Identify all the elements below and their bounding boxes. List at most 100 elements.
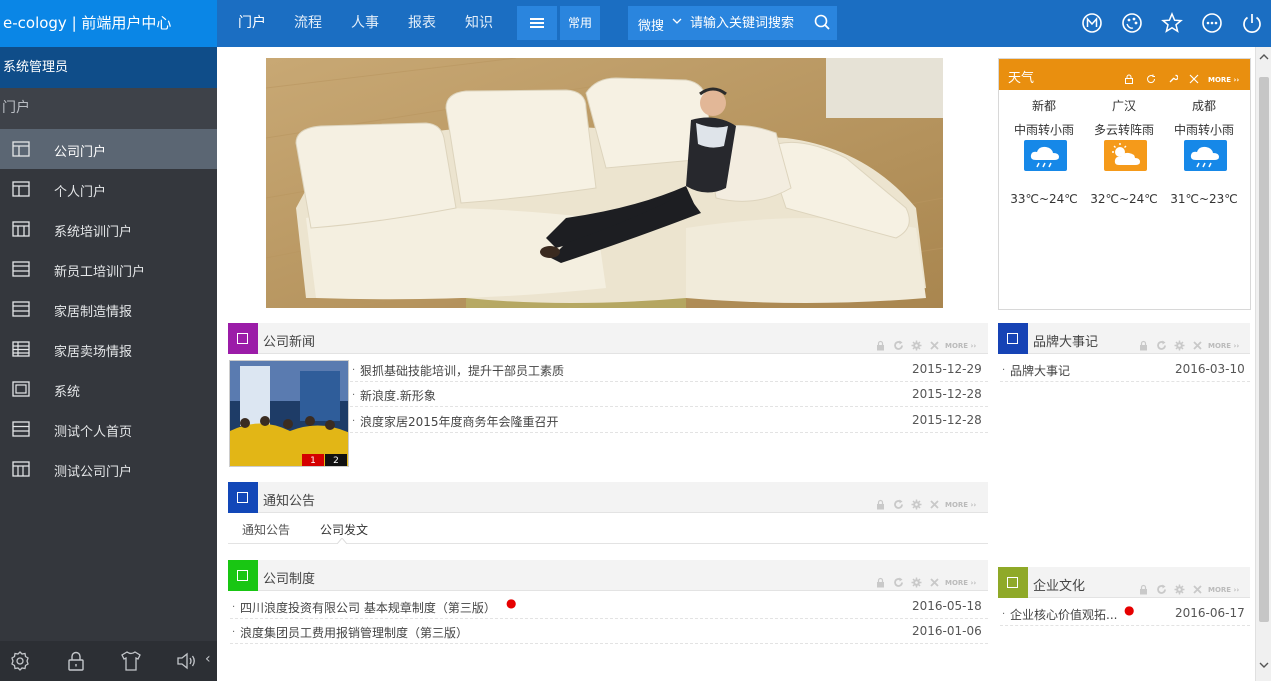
refresh-icon[interactable] [893,577,904,588]
power-icon[interactable] [1241,12,1263,34]
nav-hr[interactable]: 人事 [351,12,379,32]
scroll-thumb[interactable] [1259,77,1269,622]
shirt-icon[interactable] [119,649,143,673]
close-icon[interactable] [1192,584,1203,595]
more-link[interactable]: MORE ›› [1208,76,1239,84]
refresh-icon[interactable] [1156,584,1167,595]
chevron-down-icon[interactable] [672,14,682,31]
policy-title[interactable]: 浪度集团员工费用报销管理制度（第三版） [240,624,468,641]
culture-row[interactable]: · 企业核心价值观拓... ● 2016-06-17 [1000,601,1250,626]
gear-icon[interactable] [911,577,922,588]
sidebar-collapse-button[interactable]: ‹ [205,651,211,667]
close-icon[interactable] [1189,74,1199,84]
gear-icon[interactable] [911,340,922,351]
news-date: 2015-12-28 [912,413,982,427]
page-scrollbar[interactable] [1255,47,1271,681]
policy-row[interactable]: · 四川浪度投资有限公司 基本规章制度（第三版） ● 2016-05-18 [230,594,988,619]
user-name[interactable]: 系统管理员 [0,47,217,88]
settings-icon[interactable] [8,649,32,673]
bullet: · [232,602,236,613]
refresh-icon[interactable] [1146,74,1156,84]
close-icon[interactable] [1192,340,1203,351]
m-icon[interactable] [1081,12,1103,34]
news-title[interactable]: 新浪度.新形象 [360,387,436,404]
weather-widget: 天气 MORE ›› 新都 中雨转小雨 33℃~24℃ 广汉 多云转阵雨 32℃… [998,58,1251,310]
search-button[interactable] [808,6,837,40]
lock-icon[interactable] [64,649,88,673]
sidebar-item-company-portal[interactable]: 公司门户 [0,129,217,169]
slide-page-1[interactable]: 1 [302,454,324,466]
search-input[interactable] [690,6,808,40]
policy-title[interactable]: 四川浪度投资有限公司 基本规章制度（第三版） [240,599,496,616]
close-icon[interactable] [929,499,940,510]
sidebar-item-test-company-portal[interactable]: 测试公司门户 [0,449,217,489]
news-row[interactable]: · 狠抓基础技能培训，提升干部员工素质 2015-12-29 [350,357,988,382]
lock-icon[interactable] [875,499,886,510]
lock-icon[interactable] [875,340,886,351]
slide-page-2[interactable]: 2 [325,454,347,466]
sofa-photo [266,58,943,308]
lock-icon[interactable] [1124,74,1134,84]
more-link[interactable]: MORE ›› [1208,586,1239,594]
search-scope[interactable]: 微搜 [638,15,664,34]
common-button[interactable]: 常用 [560,6,600,40]
tab-bar: 通知公告 公司发文 [228,513,988,544]
lock-icon[interactable] [875,577,886,588]
more-icon[interactable] [1201,12,1223,34]
sidebar-item-newhire-portal[interactable]: 新员工培训门户 [0,249,217,289]
news-title[interactable]: 浪度家居2015年度商务年会隆重召开 [360,413,559,430]
more-link[interactable]: MORE ›› [945,579,976,587]
sidebar-item-label: 公司门户 [54,145,107,160]
lock-icon[interactable] [1138,584,1149,595]
scroll-down-icon[interactable] [1259,661,1269,672]
more-link[interactable]: MORE ›› [945,501,976,509]
policy-row[interactable]: · 浪度集团员工费用报销管理制度（第三版） 2016-01-06 [230,619,988,644]
sidebar-item-personal-portal[interactable]: 个人门户 [0,169,217,209]
palette-icon[interactable] [1121,12,1143,34]
wrench-icon[interactable] [1168,74,1178,84]
nav-portal[interactable]: 门户 [238,12,266,32]
nav-workflow[interactable]: 流程 [294,12,322,32]
gear-icon[interactable] [1174,584,1185,595]
more-link[interactable]: MORE ›› [1208,342,1239,350]
news-slideshow[interactable]: 1 2 [229,360,349,467]
portlet-header: 公司制度 MORE ›› [228,560,988,591]
portlet-title: 通知公告 [263,494,316,509]
brand-title[interactable]: 品牌大事记 [1010,362,1070,379]
app-title[interactable]: e-cology | 前端用户中心 [0,0,217,47]
volume-icon[interactable] [175,649,199,673]
sidebar-item-training-portal[interactable]: 系统培训门户 [0,209,217,249]
sidebar-item-store-intel[interactable]: 家居卖场情报 [0,329,217,369]
lock-icon[interactable] [1138,340,1149,351]
brand-row[interactable]: · 品牌大事记 2016-03-10 [1000,357,1250,382]
sidebar-section-title[interactable]: 门户 [0,88,217,129]
sidebar-item-test-personal-home[interactable]: 测试个人首页 [0,409,217,449]
tab-notice[interactable]: 通知公告 [242,521,290,538]
portlet-company-news: 公司新闻 MORE ›› 1 2 · 狠抓基础技能培训，提升干部员工素质 201… [228,323,988,471]
refresh-icon[interactable] [893,340,904,351]
banner-image[interactable] [266,58,943,308]
menu-button[interactable] [517,6,557,40]
close-icon[interactable] [929,577,940,588]
news-photo [230,361,348,466]
news-row[interactable]: · 新浪度.新形象 2015-12-28 [350,382,988,407]
more-link[interactable]: MORE ›› [945,342,976,350]
close-icon[interactable] [929,340,940,351]
gear-icon[interactable] [1174,340,1185,351]
nav-reports[interactable]: 报表 [408,12,436,32]
news-row[interactable]: · 浪度家居2015年度商务年会隆重召开 2015-12-28 [350,408,988,433]
star-icon[interactable] [1161,12,1183,34]
scroll-up-icon[interactable] [1259,53,1269,64]
sidebar-item-manufacturing-intel[interactable]: 家居制造情报 [0,289,217,329]
tab-company-docs[interactable]: 公司发文 [320,521,368,538]
portlet-badge-icon [228,323,258,354]
nav-knowledge[interactable]: 知识 [465,12,493,32]
culture-title[interactable]: 企业核心价值观拓... [1010,606,1117,623]
news-title[interactable]: 狠抓基础技能培训，提升干部员工素质 [360,362,564,379]
refresh-icon[interactable] [893,499,904,510]
rain-cloud-icon [1184,140,1227,171]
refresh-icon[interactable] [1156,340,1167,351]
sidebar-item-system[interactable]: 系统 [0,369,217,409]
gear-icon[interactable] [911,499,922,510]
layout-icon [12,221,30,237]
